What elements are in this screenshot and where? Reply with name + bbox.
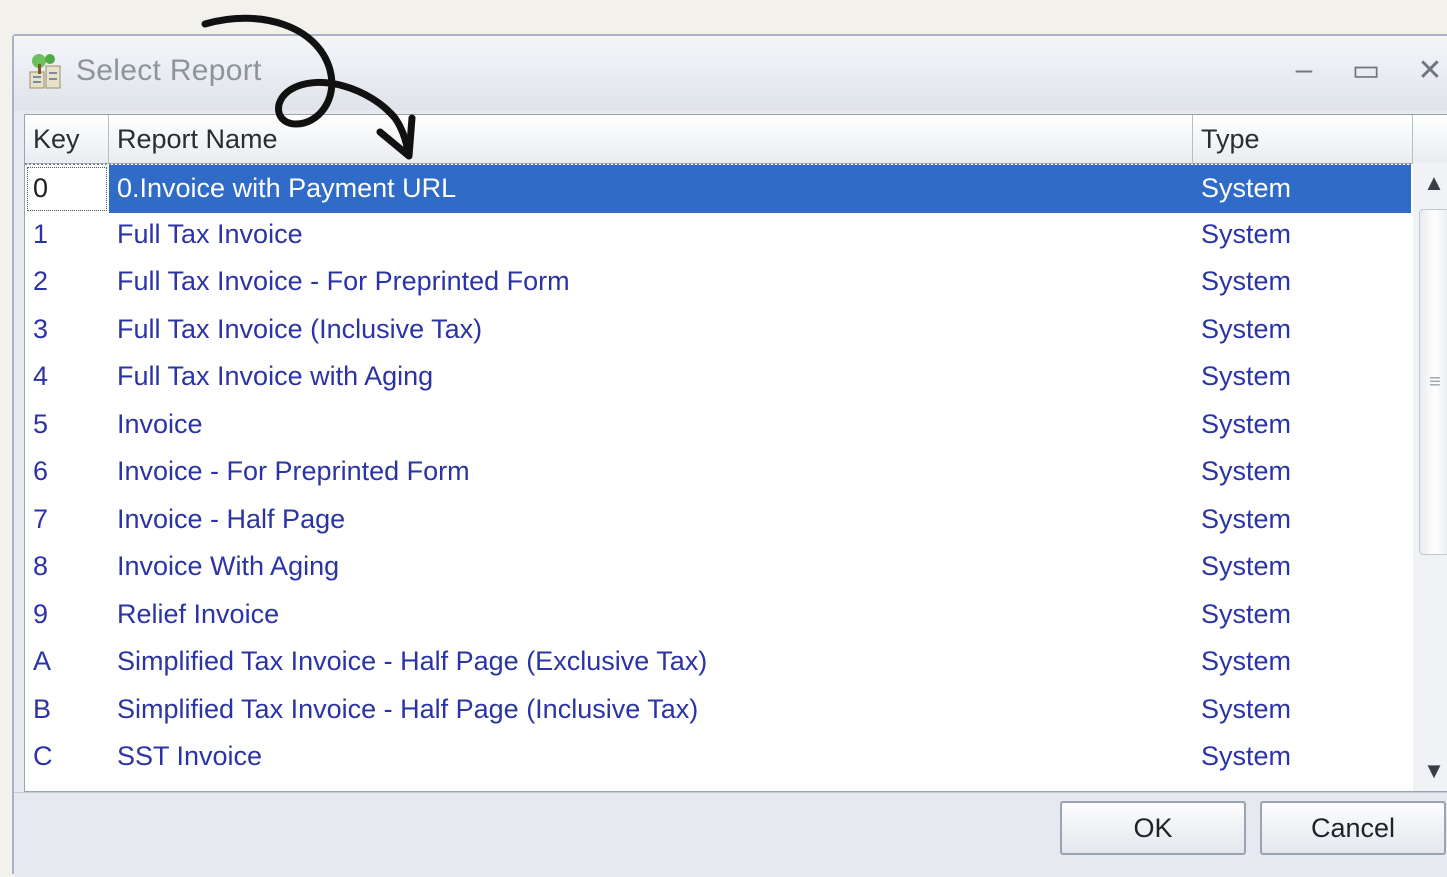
report-grid: Key Report Name Type 0 0.Invoice with Pa… (24, 114, 1447, 792)
row-type: System (1201, 503, 1292, 534)
table-row[interactable]: B Simplified Tax Invoice - Half Page (In… (25, 686, 1411, 734)
row-type: System (1201, 266, 1292, 297)
row-report-name: Simplified Tax Invoice - Half Page (Excl… (117, 646, 708, 677)
row-type: System (1201, 741, 1292, 772)
grid-header: Key Report Name Type (25, 115, 1447, 164)
dialog-footer: OK Cancel (14, 792, 1447, 877)
table-row[interactable]: 7 Invoice - Half Page System (25, 496, 1411, 544)
row-type: System (1201, 646, 1292, 677)
row-report-name: Full Tax Invoice (Inclusive Tax) (117, 313, 483, 344)
scrollbar-thumb[interactable]: ≡ (1419, 209, 1447, 555)
table-row[interactable]: 3 Full Tax Invoice (Inclusive Tax) Syste… (25, 306, 1411, 354)
vertical-scrollbar[interactable]: ▲ ≡ ▼ (1413, 163, 1447, 791)
row-report-name: Invoice - For Preprinted Form (117, 456, 470, 487)
ok-button[interactable]: OK (1060, 801, 1246, 855)
row-type: System (1201, 693, 1292, 724)
table-row[interactable]: 1 Full Tax Invoice System (25, 211, 1411, 259)
column-header-type[interactable]: Type (1193, 115, 1413, 163)
row-key: 2 (33, 266, 49, 297)
chevron-up-icon[interactable]: ▲ (1413, 163, 1447, 203)
title-bar[interactable]: Select Report – ▭ ✕ (14, 36, 1447, 110)
column-header-key[interactable]: Key (25, 115, 109, 163)
cancel-button[interactable]: Cancel (1260, 801, 1446, 855)
row-key: B (33, 693, 52, 724)
row-report-name: Full Tax Invoice - For Preprinted Form (117, 266, 570, 297)
row-type: System (1201, 361, 1292, 392)
row-key: 3 (33, 313, 49, 344)
row-key: 4 (33, 361, 49, 392)
row-type: System (1201, 551, 1292, 582)
row-key: C (33, 741, 53, 772)
chevron-down-icon[interactable]: ▼ (1413, 751, 1447, 791)
maximize-button[interactable]: ▭ (1346, 52, 1386, 88)
close-button[interactable]: ✕ (1410, 52, 1447, 88)
row-key: 7 (33, 503, 49, 534)
row-report-name: SST Invoice (117, 741, 263, 772)
table-row[interactable]: 9 Relief Invoice System (25, 591, 1411, 639)
column-header-report-name[interactable]: Report Name (109, 115, 1193, 163)
row-report-name: Full Tax Invoice with Aging (117, 361, 434, 392)
row-type: System (1201, 598, 1292, 629)
row-report-name: 0.Invoice with Payment URL (109, 165, 1193, 213)
table-row[interactable]: 5 Invoice System (25, 401, 1411, 449)
row-type: System (1193, 165, 1411, 213)
row-type: System (1201, 313, 1292, 344)
table-row[interactable]: C SST Invoice System (25, 733, 1411, 781)
table-row[interactable]: 0 0.Invoice with Payment URL System (25, 163, 1411, 213)
report-rows: 0 0.Invoice with Payment URL System 1 Fu… (25, 163, 1411, 781)
table-row[interactable]: A Simplified Tax Invoice - Half Page (Ex… (25, 638, 1411, 686)
row-key: 6 (33, 456, 49, 487)
row-report-name: Invoice (117, 408, 203, 439)
window-title: Select Report (76, 54, 262, 87)
select-report-dialog: Select Report – ▭ ✕ Key Report Name Type… (12, 34, 1447, 877)
row-report-name: Invoice With Aging (117, 551, 340, 582)
row-key: 0 (25, 165, 109, 213)
table-row[interactable]: 2 Full Tax Invoice - For Preprinted Form… (25, 258, 1411, 306)
row-report-name: Full Tax Invoice (117, 218, 303, 249)
table-row[interactable]: 4 Full Tax Invoice with Aging System (25, 353, 1411, 401)
row-type: System (1201, 218, 1292, 249)
row-key: A (33, 646, 52, 677)
report-tree-icon (29, 54, 61, 89)
table-row[interactable]: 6 Invoice - For Preprinted Form System (25, 448, 1411, 496)
row-type: System (1201, 408, 1292, 439)
row-report-name: Simplified Tax Invoice - Half Page (Incl… (117, 693, 699, 724)
row-key: 8 (33, 551, 49, 582)
row-key: 1 (33, 218, 49, 249)
row-type: System (1201, 456, 1292, 487)
row-report-name: Invoice - Half Page (117, 503, 346, 534)
table-row[interactable]: 8 Invoice With Aging System (25, 543, 1411, 591)
row-key: 5 (33, 408, 49, 439)
row-report-name: Relief Invoice (117, 598, 280, 629)
minimize-button[interactable]: – (1284, 52, 1324, 88)
row-key: 9 (33, 598, 49, 629)
header-corner (1413, 115, 1447, 163)
